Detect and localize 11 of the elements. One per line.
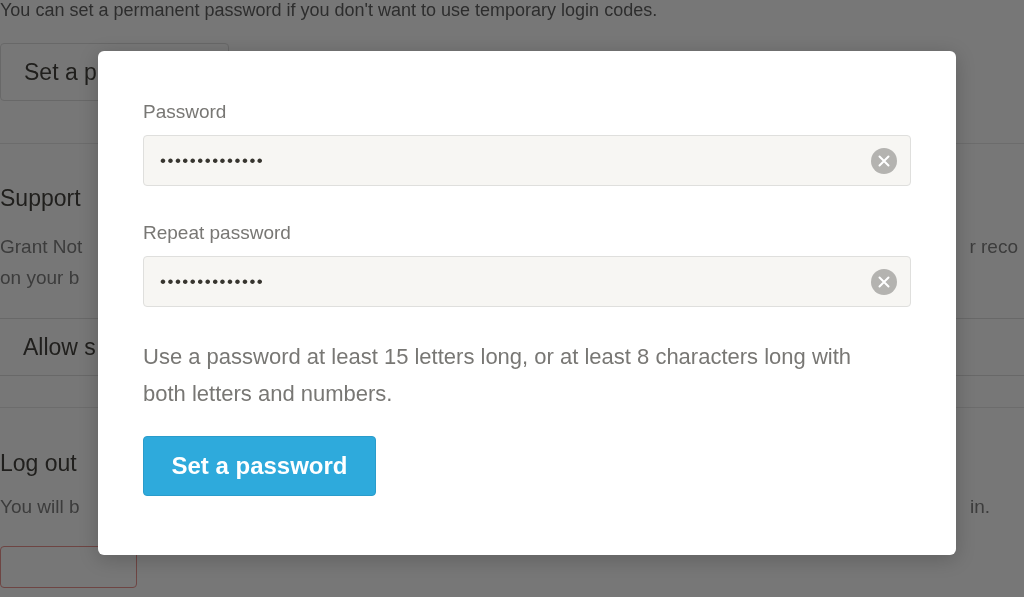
- description-text: on your b: [0, 266, 80, 290]
- intro-text: You can set a permanent password if you don't want to use temporary login codes.: [0, 0, 658, 20]
- field-label: Repeat password: [143, 221, 292, 245]
- description-text: r reco: [969, 235, 1019, 259]
- section-heading: Log out: [0, 450, 77, 476]
- description-text: You will b: [0, 495, 80, 519]
- field-label: Password: [143, 100, 228, 124]
- description-text: Grant Not: [0, 235, 83, 259]
- section-heading: Support: [0, 185, 81, 211]
- hint-text: Use a password at least 15 letters long, or at least 8 characters long with both letters and numbers.: [143, 343, 853, 408]
- description-text: in.: [969, 495, 991, 519]
